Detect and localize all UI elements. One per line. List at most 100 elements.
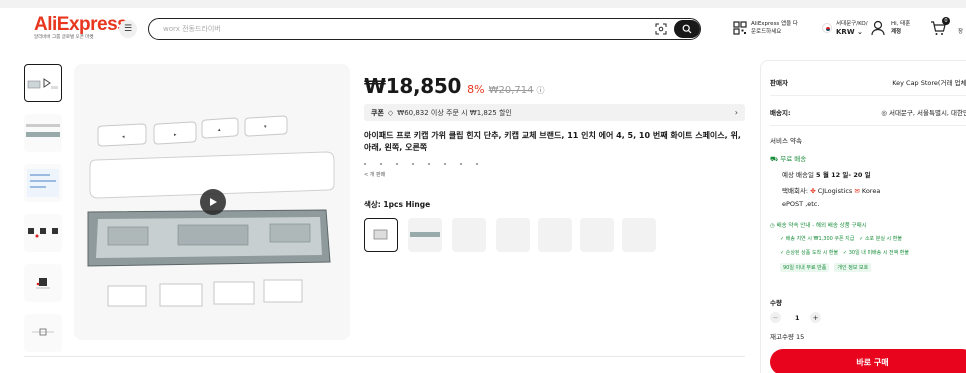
menu-button[interactable]: ☰: [119, 20, 137, 38]
user-icon[interactable]: [871, 20, 885, 36]
logo-tagline: 알리바바 그룹 글로벌 오픈 마켓: [34, 35, 94, 40]
region-location: 서대문구/KO/: [836, 21, 868, 27]
dot: [412, 163, 414, 165]
thumbnail-1[interactable]: [24, 64, 62, 102]
thumbnail-2[interactable]: [24, 114, 62, 152]
seller-label: 판매자: [770, 79, 788, 87]
thumbnail-4[interactable]: [24, 214, 62, 252]
promise-1b: ✓ 소포 분실 시 환불: [859, 236, 902, 242]
main-product-image[interactable]: ◂ ▸ ▴ ▾: [74, 64, 350, 340]
delivery-estimate: 예상 배송일 5 월 12 일- 20 일: [782, 169, 871, 179]
swatch-3[interactable]: [452, 218, 486, 252]
account-menu[interactable]: Hi, 태훈 계정: [891, 20, 910, 36]
single-hinge-thumbnail-image: [36, 278, 50, 289]
quantity-increase-button[interactable]: +: [810, 312, 821, 323]
region-selector[interactable]: 서대문구/KO/ KRW ⌄: [836, 20, 868, 36]
rating-placeholder: [364, 163, 544, 167]
promise-2a: ✓ 손상된 상품 도착 시 환불: [780, 250, 839, 256]
blue-diagram-thumbnail-image: [27, 169, 59, 197]
promise-2b: ✓ 30일 내 미배송 시 전액 환불: [842, 250, 910, 256]
site-header: AliExpress 알리바바 그룹 글로벌 오픈 마켓 ☰ AliExpres…: [0, 8, 966, 48]
video-play-button[interactable]: [200, 189, 226, 215]
search-input[interactable]: [163, 23, 623, 35]
stock-text: 재고수량 15: [770, 333, 805, 341]
carrier-more: ePOST ,etc.: [782, 200, 820, 208]
thumbnail-5[interactable]: [24, 264, 62, 302]
ship-to-value[interactable]: ◎ 서대문구, 서울특별시, 대한민: [851, 107, 966, 117]
keycap-bar-swatch-image: [410, 232, 440, 237]
hinge-diagram-thumbnail-image: [32, 328, 54, 336]
keyboard-hinge-thumbnail-image: [27, 78, 58, 89]
quantity-decrease-button[interactable]: −: [770, 312, 781, 323]
keycap-row-thumbnail-image: [26, 124, 60, 137]
cart-label[interactable]: 장: [958, 27, 963, 35]
dot: [428, 163, 430, 165]
swatch-7[interactable]: [622, 218, 656, 252]
original-price: ₩20,714: [488, 85, 534, 96]
epost-logo-icon: ✉: [854, 187, 862, 195]
service-title: 서비스 약속: [770, 137, 802, 145]
color-label: 색상: 1pcs Hinge: [364, 200, 431, 209]
hinge-swatch-image: [373, 229, 388, 240]
account-label: 계정: [891, 29, 902, 35]
thumbnail-6[interactable]: [24, 314, 62, 352]
swatch-6[interactable]: [580, 218, 614, 252]
carrier-row: 택배회사: ✤ CJLogistics ✉ Korea: [782, 185, 880, 195]
coupon-bar[interactable]: 쿠폰 ◇ ₩60,832 이상 주문 시 ₩1,825 할인 ›: [364, 104, 745, 121]
purchase-panel: 판매자 Key Cap Store(거래 업체) 배송지: ◎ 서대문구, 서울…: [760, 60, 966, 373]
delivery-prefix: 예상 배송일: [782, 171, 814, 179]
search-button[interactable]: [674, 20, 700, 38]
image-search-icon[interactable]: [655, 23, 667, 35]
hamburger-icon: ☰: [123, 24, 133, 34]
price-row: ₩18,850 8% ₩20,714 ⓘ: [364, 74, 544, 98]
promise-title: 배송 약속 안내 - 해외 배송 상품 구매시: [776, 223, 867, 229]
swatch-5[interactable]: [538, 218, 572, 252]
cj-logo-icon: ✤: [810, 187, 818, 195]
free-shipping-row: ⛟ 무료 배송: [770, 153, 806, 164]
divider: [770, 125, 966, 126]
quantity-value[interactable]: 1: [795, 314, 800, 322]
korea-flag-icon: [822, 23, 832, 33]
region-currency: KRW ⌄: [836, 28, 863, 36]
dot: [476, 163, 478, 165]
dot: [364, 163, 366, 165]
coupon-label: 쿠폰: [371, 108, 384, 117]
section-divider: [24, 356, 745, 357]
cart-count-badge: 0: [942, 17, 950, 25]
buy-now-button[interactable]: 바로 구매: [770, 349, 966, 373]
tag-icon: ◇: [387, 108, 394, 117]
swatch-4[interactable]: [496, 218, 530, 252]
privacy-tag: 개인 정보 보호: [834, 263, 872, 272]
swatch-2[interactable]: [408, 218, 442, 252]
sold-count-link[interactable]: < 개 판매: [364, 171, 385, 178]
dot: [444, 163, 446, 165]
truck-icon: ⛟: [770, 155, 781, 163]
thumbnail-3[interactable]: [24, 164, 62, 202]
user-greeting: Hi, 태훈: [891, 21, 911, 27]
swatch-1pcs-hinge[interactable]: [364, 218, 398, 252]
seller-name[interactable]: Key Cap Store(거래 업체): [851, 77, 966, 87]
promise-line-1: ✓ 배송 지연 시 ₩1,300 쿠폰 지급 ✓ 소포 분실 시 환불: [780, 235, 902, 242]
quantity-label: 수량: [770, 299, 782, 307]
chevron-right-icon: ›: [734, 108, 738, 117]
app-download-link[interactable]: AliExpress 앱을 다 운로드하세요: [751, 20, 798, 36]
free-return-tag: 90일 이내 무료 반품: [780, 263, 830, 272]
free-shipping-label: 무료 배송: [780, 155, 807, 163]
dot: [460, 163, 462, 165]
hinge-parts-thumbnail-image: [28, 228, 58, 238]
qr-code-icon[interactable]: [733, 21, 747, 35]
ship-to-label: 배송지:: [770, 109, 791, 117]
carrier-prefix: 택배회사:: [782, 187, 809, 195]
aliexpress-logo[interactable]: AliExpress: [34, 14, 128, 36]
discount-percent: 8%: [467, 83, 485, 96]
promise-1a: ✓ 배송 지연 시 ₩1,300 쿠폰 지급: [780, 236, 855, 242]
promise-tags: 90일 이내 무료 반품 개인 정보 보호: [780, 263, 874, 272]
delivery-date: 5 월 12 일- 20 일: [816, 171, 871, 179]
search-bar: [148, 18, 701, 40]
app-download-line1: AliExpress 앱을 다: [751, 21, 798, 27]
play-icon: [210, 198, 217, 206]
app-download-line2: 운로드하세요: [751, 29, 782, 35]
dot: [380, 163, 382, 165]
info-icon[interactable]: ⓘ: [536, 85, 544, 96]
coupon-text: ₩60,832 이상 주문 시 ₩1,825 할인: [397, 108, 512, 117]
